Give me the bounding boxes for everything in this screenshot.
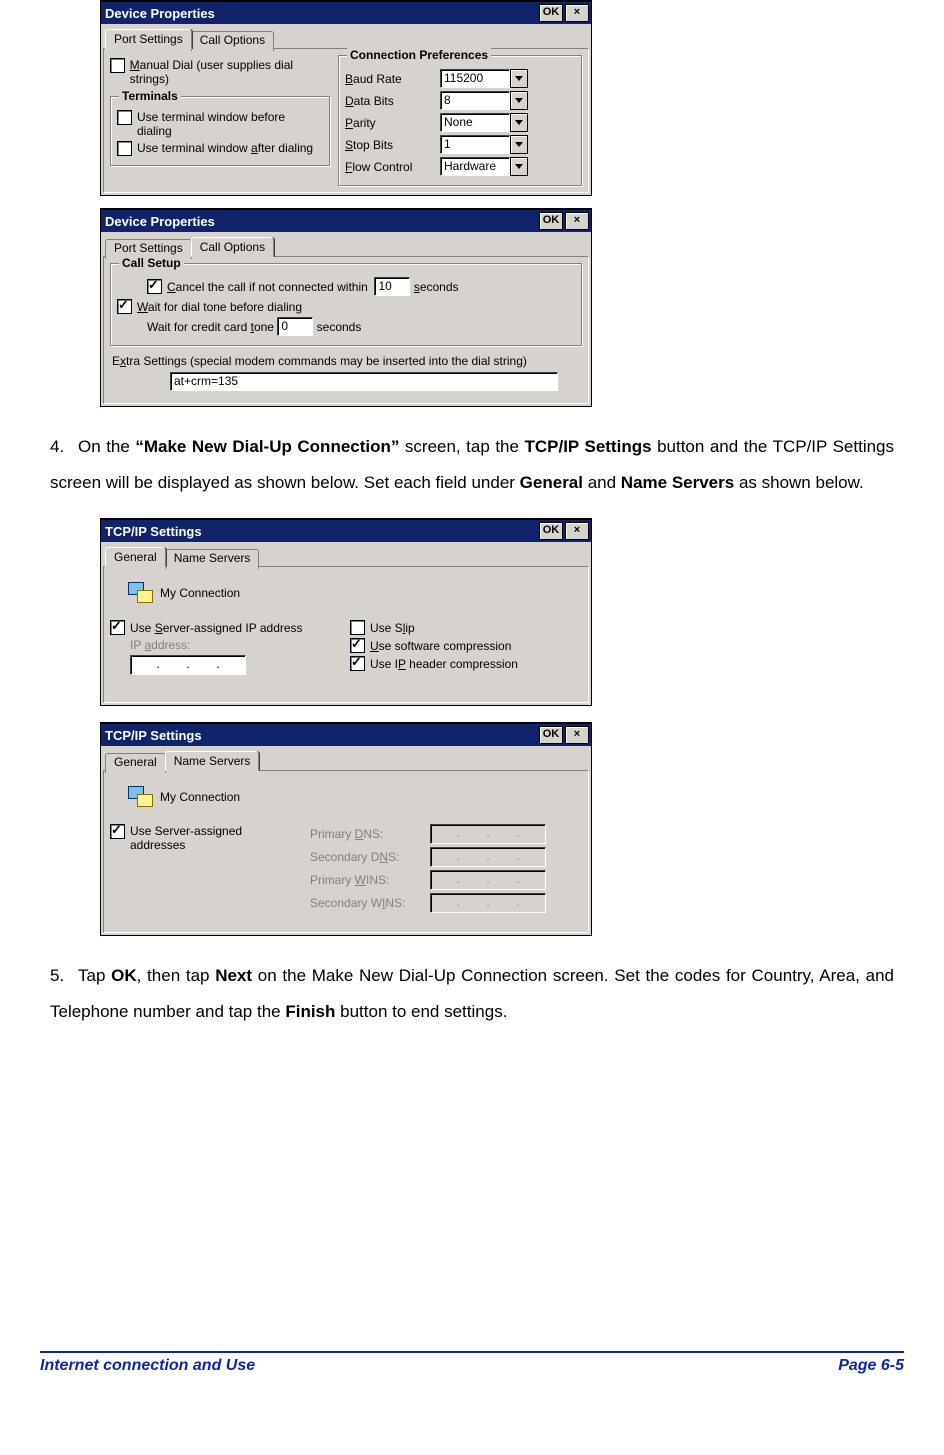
- server-addresses-checkbox[interactable]: [110, 824, 125, 839]
- primary-wins-label: Primary WINS:: [310, 873, 430, 887]
- flow-label: Flow Control: [345, 160, 440, 174]
- close-button[interactable]: ×: [565, 212, 589, 230]
- connection-name: My Connection: [160, 586, 240, 600]
- titlebar: Device Properties OK ×: [101, 210, 591, 232]
- software-compression-label: Use software compression: [370, 639, 511, 653]
- secondary-dns-label: Secondary DNS:: [310, 850, 430, 864]
- stopbits-label: Stop Bits: [345, 138, 440, 152]
- ip-address-label: IP address:: [130, 638, 191, 652]
- tcpip-nameservers-window: TCP/IP Settings OK × General Name Server…: [100, 722, 592, 936]
- databits-label: Data Bits: [345, 94, 440, 108]
- secondary-wins-label: Secondary WINS:: [310, 896, 430, 910]
- use-slip-label: Use Slip: [370, 621, 415, 635]
- cancel-seconds-input[interactable]: 10: [374, 277, 410, 296]
- cancel-call-label: Cancel the call if not connected within: [167, 280, 368, 294]
- ip-header-compression-checkbox[interactable]: [350, 656, 365, 671]
- cancel-call-checkbox[interactable]: [147, 279, 162, 294]
- close-button[interactable]: ×: [565, 726, 589, 744]
- window-title: Device Properties: [105, 214, 215, 229]
- terminal-before-checkbox[interactable]: [117, 110, 132, 125]
- seconds-label: seconds: [414, 280, 459, 294]
- close-button[interactable]: ×: [565, 4, 589, 22]
- chevron-down-icon[interactable]: [510, 135, 528, 154]
- parity-combo[interactable]: None: [440, 113, 528, 132]
- databits-value: 8: [440, 91, 510, 110]
- tab-general[interactable]: General: [105, 547, 166, 567]
- tab-call-options[interactable]: Call Options: [191, 237, 274, 257]
- baud-combo[interactable]: 115200: [440, 69, 528, 88]
- connection-name: My Connection: [160, 790, 240, 804]
- server-ip-label: Use Server-assigned IP address: [130, 621, 303, 635]
- tab-name-servers[interactable]: Name Servers: [165, 549, 260, 569]
- window-title: TCP/IP Settings: [105, 524, 202, 539]
- ok-button[interactable]: OK: [539, 522, 563, 540]
- paragraph-4: 4.On the “Make New Dial-Up Connection” s…: [50, 429, 894, 500]
- credit-seconds-input[interactable]: 0: [277, 317, 313, 336]
- stopbits-value: 1: [440, 135, 510, 154]
- baud-label: Baud Rate: [345, 72, 440, 86]
- ok-button[interactable]: OK: [539, 4, 563, 22]
- connection-icon: [128, 786, 154, 808]
- secondary-wins-input[interactable]: ...: [430, 893, 546, 913]
- flow-combo[interactable]: Hardware: [440, 157, 528, 176]
- stopbits-combo[interactable]: 1: [440, 135, 528, 154]
- close-button[interactable]: ×: [565, 522, 589, 540]
- server-addresses-label: Use Server-assigned addresses: [130, 824, 280, 852]
- ip-header-compression-label: Use IP header compression: [370, 657, 518, 671]
- wait-dialtone-checkbox[interactable]: [117, 299, 132, 314]
- terminal-before-label: Use terminal window before dialing: [137, 110, 323, 138]
- paragraph-5: 5.Tap OK, then tap Next on the Make New …: [50, 958, 894, 1029]
- tab-general[interactable]: General: [105, 753, 166, 773]
- footer-right: Page 6-5: [838, 1357, 904, 1375]
- flow-value: Hardware: [440, 157, 510, 176]
- device-properties-port-window: Device Properties OK × Port Settings Cal…: [100, 0, 592, 196]
- ok-button[interactable]: OK: [539, 726, 563, 744]
- server-ip-checkbox[interactable]: [110, 620, 125, 635]
- tab-port-settings[interactable]: Port Settings: [105, 29, 192, 49]
- tab-name-servers[interactable]: Name Servers: [165, 751, 260, 771]
- terminal-after-label: Use terminal window after dialing: [137, 141, 313, 155]
- connection-icon: [128, 582, 154, 604]
- terminals-legend: Terminals: [119, 89, 181, 103]
- use-slip-checkbox[interactable]: [350, 620, 365, 635]
- tab-call-options[interactable]: Call Options: [191, 31, 274, 51]
- secondary-dns-input[interactable]: ...: [430, 847, 546, 867]
- parity-value: None: [440, 113, 510, 132]
- ok-button[interactable]: OK: [539, 212, 563, 230]
- credit-tone-label: Wait for credit card tone: [147, 320, 274, 334]
- software-compression-checkbox[interactable]: [350, 638, 365, 653]
- titlebar: TCP/IP Settings OK ×: [101, 520, 591, 542]
- seconds-label2: seconds: [317, 320, 362, 334]
- primary-wins-input[interactable]: ...: [430, 870, 546, 890]
- manual-dial-checkbox[interactable]: [110, 58, 125, 73]
- conn-pref-legend: Connection Preferences: [347, 48, 491, 62]
- databits-combo[interactable]: 8: [440, 91, 528, 110]
- ip-address-input[interactable]: ...: [130, 655, 246, 675]
- extra-settings-label: Extra Settings (special modem commands m…: [112, 354, 582, 368]
- device-properties-call-window: Device Properties OK × Port Settings Cal…: [100, 208, 592, 407]
- chevron-down-icon[interactable]: [510, 113, 528, 132]
- baud-value: 115200: [440, 69, 510, 88]
- extra-settings-input[interactable]: at+crm=135: [170, 372, 558, 391]
- chevron-down-icon[interactable]: [510, 91, 528, 110]
- call-setup-legend: Call Setup: [119, 256, 184, 270]
- page-footer: Internet connection and Use Page 6-5: [40, 1357, 904, 1395]
- titlebar: TCP/IP Settings OK ×: [101, 724, 591, 746]
- chevron-down-icon[interactable]: [510, 157, 528, 176]
- manual-dial-label: Manual Dial (user supplies dial strings): [130, 58, 330, 86]
- titlebar: Device Properties OK ×: [101, 2, 591, 24]
- parity-label: Parity: [345, 116, 440, 130]
- terminal-after-checkbox[interactable]: [117, 141, 132, 156]
- primary-dns-label: Primary DNS:: [310, 827, 430, 841]
- primary-dns-input[interactable]: ...: [430, 824, 546, 844]
- window-title: TCP/IP Settings: [105, 728, 202, 743]
- window-title: Device Properties: [105, 6, 215, 21]
- footer-left: Internet connection and Use: [40, 1357, 255, 1375]
- tcpip-general-window: TCP/IP Settings OK × General Name Server…: [100, 518, 592, 706]
- chevron-down-icon[interactable]: [510, 69, 528, 88]
- wait-dialtone-label: Wait for dial tone before dialing: [137, 300, 302, 314]
